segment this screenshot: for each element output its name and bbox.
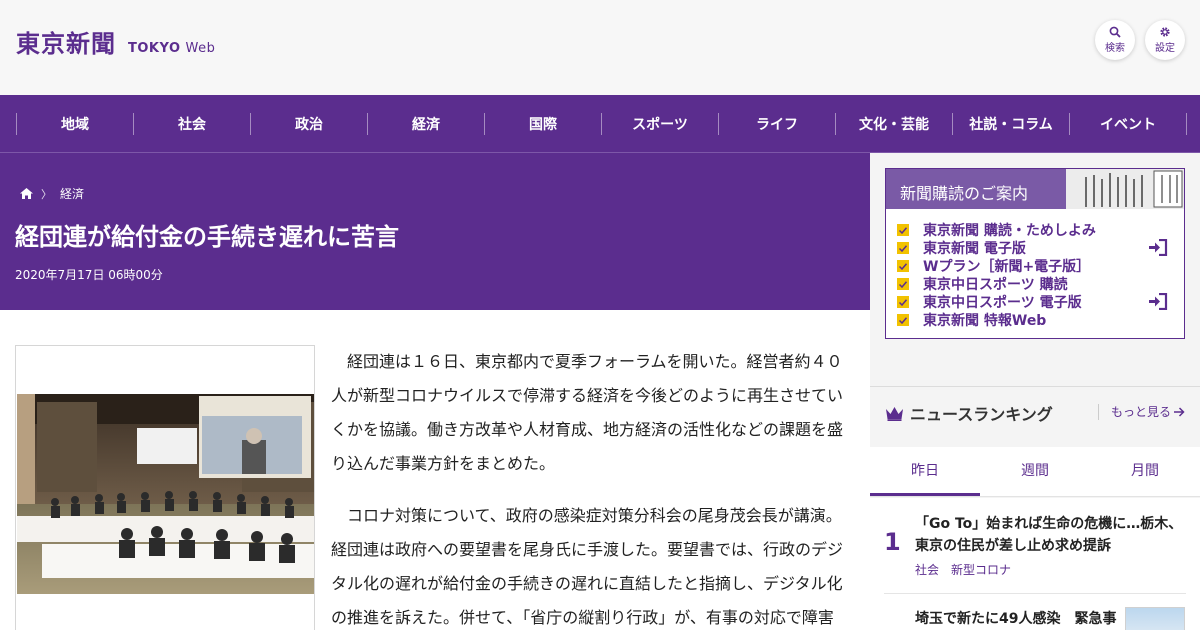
ranking-header: ニュースランキング [885, 401, 1053, 425]
logo-english: TOKYO Web [128, 41, 215, 56]
ranking-tabs: 昨日 週間 月間 [870, 447, 1200, 497]
subscription-link[interactable]: 東京中日スポーツ 購読 [897, 275, 1096, 293]
ranking-headline-line: 「Go To」始まれば生命の危機に…栃木、 [915, 516, 1183, 532]
subscription-link-label: 東京中日スポーツ 電子版 [923, 295, 1082, 311]
search-label: 検索 [1105, 43, 1125, 54]
subscription-link[interactable]: 東京新聞 特報Web [897, 311, 1096, 329]
ranking-headline-line: 東京の住民が差し止め求め提訴 [915, 538, 1111, 554]
logo-tokyo: TOKYO [128, 41, 181, 56]
subscription-title: 新聞購読のご案内 [900, 184, 1029, 203]
nav-item-politics[interactable]: 政治 [251, 114, 367, 134]
article-paragraph: コロナ対策について、政府の感染症対策分科会の尾身茂会長が講演。経団連は政府への要… [331, 506, 844, 627]
subscription-link[interactable]: 東京新聞 電子版 [897, 239, 1096, 257]
subscription-link[interactable]: 東京中日スポーツ 電子版 [897, 293, 1096, 311]
breadcrumb-separator: 〉 [41, 187, 52, 201]
breadcrumb: 〉 経済 [20, 185, 84, 202]
nav-item-society[interactable]: 社会 [134, 114, 250, 134]
sidebar: 新聞購読のご案内 東京新聞 購読・ためしよみ 東京新聞 電子版 Wプラン［新聞+… [870, 153, 1200, 630]
nav-item-economy[interactable]: 経済 [368, 114, 484, 134]
article-body: 経団連は１６日、東京都内で夏季フォーラムを開いた。経営者約４０人が新型コロナウイ… [331, 345, 847, 630]
crown-icon [886, 406, 903, 421]
arrow-right-icon [1174, 406, 1185, 417]
tag-link[interactable]: 新型コロナ [951, 563, 1011, 577]
logo-web: Web [185, 41, 216, 56]
nav-item-editorial[interactable]: 社説・コラム [953, 114, 1069, 134]
check-icon [897, 242, 909, 254]
newspaper-image [1066, 169, 1184, 209]
article-photo[interactable] [17, 394, 314, 594]
subscription-link[interactable]: 東京新聞 購読・ためしよみ [897, 221, 1096, 239]
nav-item-life[interactable]: ライフ [719, 114, 835, 134]
ranking-thumbnail[interactable] [1125, 607, 1185, 630]
check-icon [897, 260, 909, 272]
settings-label: 設定 [1155, 43, 1175, 54]
search-button[interactable]: 検索 [1095, 20, 1135, 60]
check-icon [897, 224, 909, 236]
ranking-headline[interactable]: 「Go To」始まれば生命の危機に…栃木、 東京の住民が差し止め求め提訴 [915, 513, 1182, 557]
home-icon[interactable] [20, 188, 33, 199]
subscription-header[interactable]: 新聞購読のご案内 [886, 169, 1184, 209]
ranking-number: 1 [884, 528, 901, 556]
article-paragraph: 経団連は１６日、東京都内で夏季フォーラムを開いた。経営者約４０人が新型コロナウイ… [331, 352, 844, 473]
article-date: 2020年7月17日 06時00分 [15, 268, 163, 282]
tab-weekly[interactable]: 週間 [980, 447, 1090, 496]
nav-item-region[interactable]: 地域 [17, 114, 133, 134]
settings-button[interactable]: 設定 [1145, 20, 1185, 60]
gear-icon [1160, 27, 1170, 37]
ranking-headline-line: 埼玉で新たに49人感染 緊急事 [915, 611, 1117, 627]
article-header: 〉 経済 経団連が給付金の手続き遅れに苦言 2020年7月17日 06時00分 [0, 153, 870, 310]
ranking-list: 1 「Go To」始まれば生命の危機に…栃木、 東京の住民が差し止め求め提訴 社… [870, 498, 1200, 630]
subscription-box: 新聞購読のご案内 東京新聞 購読・ためしよみ 東京新聞 電子版 Wプラン［新聞+… [885, 168, 1185, 339]
ranking-separator [884, 593, 1186, 594]
article-photo-frame [15, 345, 315, 630]
ranking-tags: 社会 新型コロナ [915, 561, 1023, 578]
check-icon [897, 296, 909, 308]
login-icon[interactable] [1148, 293, 1168, 310]
ranking-headline[interactable]: 埼玉で新たに49人感染 緊急事 [915, 608, 1116, 630]
logo-japanese: 東京新聞 [16, 29, 116, 58]
tab-yesterday[interactable]: 昨日 [870, 447, 980, 496]
subscription-link-label: 東京新聞 特報Web [923, 313, 1047, 329]
site-header: 東京新聞 TOKYO Web 検索 設定 [0, 0, 1200, 95]
subscription-link-label: 東京新聞 購読・ためしよみ [923, 223, 1096, 239]
subscription-link-label: Wプラン［新聞+電子版］ [923, 259, 1091, 275]
more-link-divider [1098, 403, 1099, 420]
nav-item-culture[interactable]: 文化・芸能 [836, 114, 952, 134]
tab-monthly[interactable]: 月間 [1090, 447, 1200, 496]
nav-item-international[interactable]: 国際 [485, 114, 601, 134]
breadcrumb-category[interactable]: 経済 [60, 185, 84, 202]
subscription-link-label: 東京新聞 電子版 [923, 241, 1026, 257]
nav-divider [1186, 113, 1187, 135]
tag-link[interactable]: 社会 [915, 563, 939, 577]
subscription-list: 東京新聞 購読・ためしよみ 東京新聞 電子版 Wプラン［新聞+電子版］ 東京中日… [897, 221, 1096, 329]
more-link-label: もっと見る [1111, 405, 1172, 419]
article-title: 経団連が給付金の手続き遅れに苦言 [15, 223, 399, 251]
check-icon [897, 278, 909, 290]
login-icon[interactable] [1148, 239, 1168, 256]
nav-item-events[interactable]: イベント [1070, 114, 1186, 134]
nav-item-sports[interactable]: スポーツ [602, 114, 718, 134]
site-logo[interactable]: 東京新聞 TOKYO Web [16, 24, 215, 59]
subscription-link[interactable]: Wプラン［新聞+電子版］ [897, 257, 1096, 275]
ranking-title: ニュースランキング [910, 405, 1053, 424]
more-link[interactable]: もっと見る [1098, 403, 1185, 420]
main-nav: 地域 社会 政治 経済 国際 スポーツ ライフ 文化・芸能 社説・コラム イベン… [0, 95, 1200, 153]
sidebar-divider [870, 386, 1200, 387]
search-icon [1109, 26, 1121, 38]
check-icon [897, 314, 909, 326]
subscription-link-label: 東京中日スポーツ 購読 [923, 277, 1068, 293]
